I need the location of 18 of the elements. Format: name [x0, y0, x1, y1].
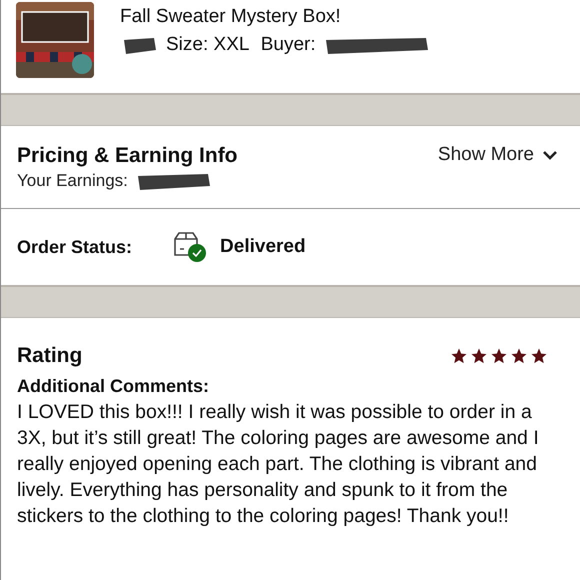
buyer-label: Buyer:: [260, 34, 316, 56]
order-status-label: Order Status:: [17, 236, 132, 258]
comments-heading: Additional Comments:: [17, 376, 210, 397]
chevron-icon: [542, 149, 558, 161]
show-more-button[interactable]: Show More: [438, 144, 558, 166]
rating-heading: Rating: [17, 344, 82, 368]
star-icon: [510, 347, 528, 365]
box-check-icon: [172, 231, 208, 263]
star-icon: [490, 347, 508, 365]
star-icon: [450, 347, 468, 365]
section-heading: Pricing & Earning Info: [17, 144, 238, 168]
status-value: Delivered: [220, 236, 306, 258]
listing-title: Fall Sweater Mystery Box!: [120, 6, 342, 28]
star-icon: [470, 347, 488, 365]
star-icon: [530, 347, 548, 365]
earnings-label: Your Earnings:: [17, 171, 128, 191]
size-text: Size: XXL: [166, 34, 250, 56]
comment-text: I LOVED this box!!! I really wish it was possible to order in a 3X, but it’s still great! The coloring pages are awesome and I really enjoyed opening each part. The clothing is vibrant and lively. Everything has personality and spunk to it from the stickers to the clothing to the coloring pages! Thank you!!: [17, 400, 540, 529]
